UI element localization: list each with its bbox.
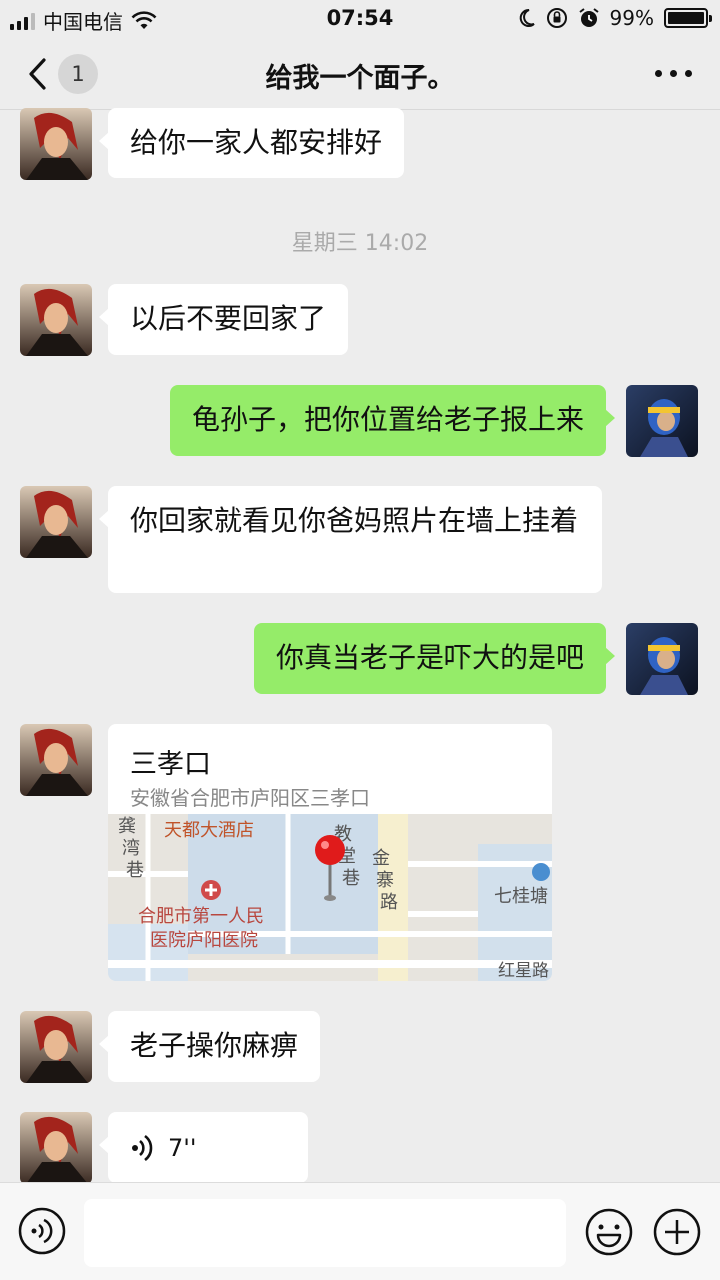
- chat-header: 1 给我一个面子。: [0, 40, 720, 110]
- map-label-road: 金: [372, 848, 390, 868]
- map-label-road: 寨: [376, 870, 394, 890]
- message-bubble[interactable]: 你回家就看见你爸妈照片在墙上挂着: [99, 486, 602, 593]
- map-label-lane1: 湾: [122, 838, 140, 858]
- moon-icon: [519, 8, 535, 27]
- map-label-lane1: 龚: [118, 816, 136, 836]
- orientation-lock-icon: [546, 8, 567, 28]
- message-bubble[interactable]: 给你一家人都安排好: [98, 108, 405, 178]
- status-bar: 中国电信 07:54 99%: [0, 0, 720, 40]
- map-label-pond: 七桂塘: [494, 886, 548, 906]
- my-avatar[interactable]: [626, 385, 698, 457]
- battery-percent: 99%: [609, 6, 654, 30]
- location-address: 安徽省合肥市庐阳区三孝口: [130, 786, 370, 810]
- message-bubble[interactable]: 老子操你麻痹: [98, 1011, 321, 1082]
- voice-input-icon[interactable]: [18, 1207, 66, 1255]
- contact-avatar[interactable]: [20, 284, 92, 356]
- location-name: 三孝口: [130, 749, 211, 780]
- battery-icon: [664, 8, 712, 28]
- input-bar: [0, 1182, 720, 1280]
- voice-wave-icon: [132, 1134, 153, 1161]
- message-input[interactable]: [84, 1199, 566, 1267]
- contact-avatar[interactable]: [20, 1011, 92, 1083]
- map-label-street: 红星路: [498, 961, 549, 980]
- add-more-icon[interactable]: [652, 1207, 702, 1257]
- more-options-icon[interactable]: [655, 70, 692, 77]
- my-message-bubble[interactable]: 你真当老子是吓大的是吧: [253, 623, 616, 694]
- message-timestamp: 星期三 14:02: [291, 231, 429, 256]
- contact-avatar[interactable]: [20, 108, 92, 180]
- map-label-hospital: 合肥市第一人民: [138, 906, 264, 926]
- map-label-road: 路: [380, 892, 398, 912]
- alarm-icon: [578, 8, 599, 27]
- status-right: 99%: [518, 6, 712, 30]
- contact-avatar[interactable]: [20, 486, 92, 558]
- contact-avatar[interactable]: [20, 724, 92, 796]
- my-avatar[interactable]: [626, 623, 698, 695]
- map-label-hotel: 天都大酒店: [164, 820, 254, 840]
- chat-title: 给我一个面子。: [265, 63, 455, 94]
- map-label-lane2: 巷: [342, 868, 360, 888]
- map-label-lane1: 巷: [126, 860, 144, 880]
- contact-avatar[interactable]: [20, 1112, 92, 1184]
- voice-message-bubble[interactable]: 7'': [99, 1112, 308, 1183]
- my-message-bubble[interactable]: 龟孙子，把你位置给老子报上来: [169, 385, 616, 456]
- location-message-card[interactable]: 三孝口 安徽省合肥市庐阳区三孝口 天都大酒店 龚 湾 巷 教 堂 巷 金 寨 路…: [108, 724, 552, 981]
- location-map[interactable]: 天都大酒店 龚 湾 巷 教 堂 巷 金 寨 路 合肥市第一人民 医院庐阳医院 七…: [108, 814, 552, 981]
- voice-duration: 7'': [168, 1133, 197, 1162]
- map-label-hospital: 医院庐阳医院: [150, 930, 258, 950]
- message-bubble[interactable]: 以后不要回家了: [98, 284, 349, 355]
- emoji-icon[interactable]: [584, 1207, 634, 1257]
